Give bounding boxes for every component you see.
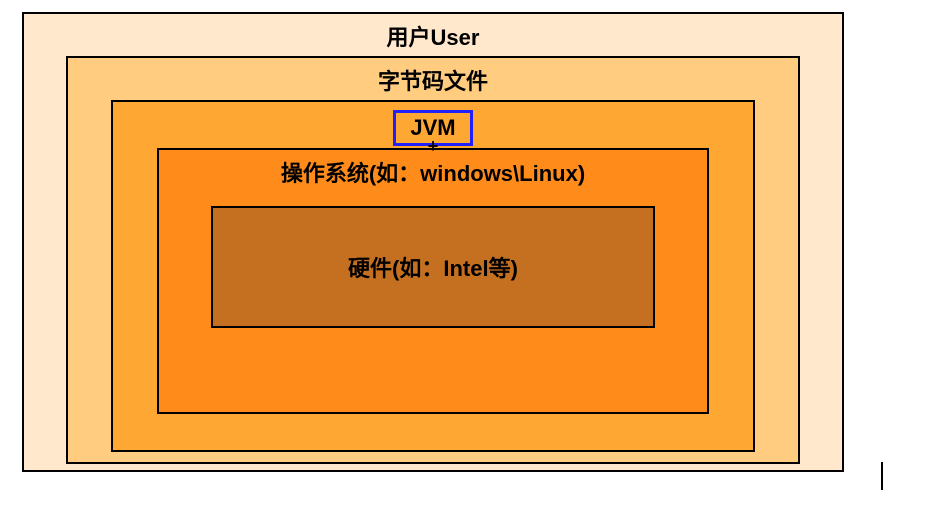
layer-user: 用户User 字节码文件 JVM + 操作系统(如：windows\Linux)… [22, 12, 844, 472]
label-os: 操作系统(如：windows\Linux) [281, 156, 585, 188]
label-bytecode: 字节码文件 [378, 64, 488, 96]
layer-hardware: 硬件(如：Intel等) [211, 206, 655, 328]
label-user: 用户User [387, 20, 480, 52]
layer-os: + 操作系统(如：windows\Linux) 硬件(如：Intel等) [157, 148, 709, 414]
label-hardware: 硬件(如：Intel等) [348, 251, 518, 283]
plus-icon: + [428, 136, 439, 157]
layer-jvm-container: JVM + 操作系统(如：windows\Linux) 硬件(如：Intel等) [111, 100, 755, 452]
layer-bytecode: 字节码文件 JVM + 操作系统(如：windows\Linux) 硬件(如：I… [66, 56, 800, 464]
text-cursor [881, 462, 883, 490]
